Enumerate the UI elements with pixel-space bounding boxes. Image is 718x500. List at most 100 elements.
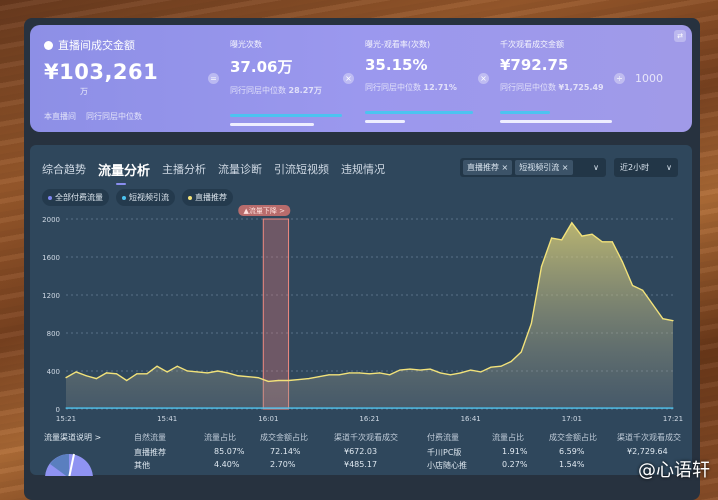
data-point [166, 371, 168, 373]
data-point [631, 407, 634, 409]
data-point [672, 407, 674, 409]
data-point [470, 369, 472, 371]
data-point [136, 373, 138, 375]
data-point [449, 407, 452, 409]
table-header: 渠道千次观看成交 [617, 433, 681, 442]
data-point [328, 374, 330, 376]
data-point [146, 373, 148, 375]
data-point [105, 407, 108, 409]
data-point [470, 407, 472, 409]
data-point [318, 407, 320, 409]
data-point [581, 235, 583, 237]
data-point [186, 407, 188, 409]
x-tick-label: 15:41 [157, 415, 177, 423]
table-header: 流量占比 [492, 433, 524, 442]
data-point [75, 407, 77, 409]
data-point [601, 241, 603, 243]
data-point [115, 373, 118, 375]
data-point [308, 407, 310, 409]
data-point [348, 407, 350, 409]
data-point [500, 365, 502, 367]
table-cell: 4.40% [214, 460, 240, 469]
table-cell: 千川PC版 [427, 448, 462, 457]
data-point [439, 407, 441, 409]
y-tick-label: 1200 [42, 292, 60, 300]
table-cell: 直播推荐 [134, 448, 166, 457]
data-point [328, 407, 330, 409]
table-header: 流量占比 [204, 433, 236, 442]
data-point [176, 407, 178, 409]
data-point [540, 407, 543, 409]
table-cell: 6.59% [559, 447, 585, 456]
data-point [267, 407, 269, 409]
table-cell: ¥485.17 [344, 460, 378, 469]
table-header: 付费流量 [427, 433, 459, 442]
data-point [510, 360, 512, 363]
table-cell: 1.91% [502, 447, 528, 456]
data-point [652, 407, 654, 409]
data-point [207, 372, 209, 374]
data-point [85, 407, 87, 409]
data-point [247, 376, 249, 378]
table-cell: 其他 [134, 461, 150, 470]
data-point [95, 378, 97, 380]
data-point [500, 407, 502, 409]
data-point [379, 372, 381, 374]
data-point [540, 265, 543, 268]
data-point [591, 233, 593, 235]
data-point [65, 407, 67, 409]
data-point [65, 377, 67, 379]
watermark: @心语轩 [638, 460, 710, 481]
data-point [217, 370, 219, 372]
data-point [338, 407, 340, 409]
data-point [520, 351, 522, 353]
data-point [267, 380, 269, 383]
data-point [652, 303, 654, 306]
y-tick-label: 0 [56, 406, 60, 414]
data-point [237, 375, 239, 377]
x-tick-label: 16:01 [258, 415, 278, 423]
data-point [591, 407, 593, 409]
y-tick-label: 800 [47, 330, 60, 338]
data-point [298, 407, 300, 409]
channel-help-link[interactable]: 流量渠道说明 > [44, 432, 101, 443]
data-point [662, 318, 664, 320]
x-tick-label: 16:21 [359, 415, 379, 423]
table-cell: 2.70% [270, 460, 296, 469]
data-point [257, 407, 259, 409]
data-point [601, 407, 603, 409]
x-tick-label: 17:01 [562, 415, 582, 423]
data-point [551, 237, 553, 239]
data-point [115, 407, 118, 409]
data-point [95, 407, 97, 409]
data-point [358, 407, 360, 409]
data-point [298, 378, 300, 381]
data-point [429, 368, 431, 370]
data-point [227, 407, 229, 409]
data-point [520, 407, 522, 409]
data-point [196, 371, 199, 373]
data-point [621, 407, 624, 409]
y-tick-label: 2000 [42, 216, 60, 224]
data-point [571, 222, 573, 224]
traffic-drop-label: ▲流量下降 > [244, 206, 286, 215]
data-point [621, 261, 624, 263]
data-point [146, 407, 148, 409]
data-point [642, 407, 644, 409]
data-point [156, 365, 158, 367]
data-point [399, 369, 401, 371]
data-point [389, 407, 391, 409]
data-point [368, 407, 371, 409]
data-point [419, 407, 421, 409]
data-point [186, 370, 188, 372]
table-cell: ¥672.03 [344, 447, 378, 456]
data-point [510, 407, 512, 409]
data-point [217, 407, 219, 409]
data-point [85, 375, 87, 377]
table-cell: 85.07% [214, 447, 245, 456]
data-point [642, 289, 644, 291]
data-point [530, 322, 532, 325]
data-point [419, 369, 421, 371]
data-point [459, 372, 462, 374]
data-point [429, 407, 431, 409]
